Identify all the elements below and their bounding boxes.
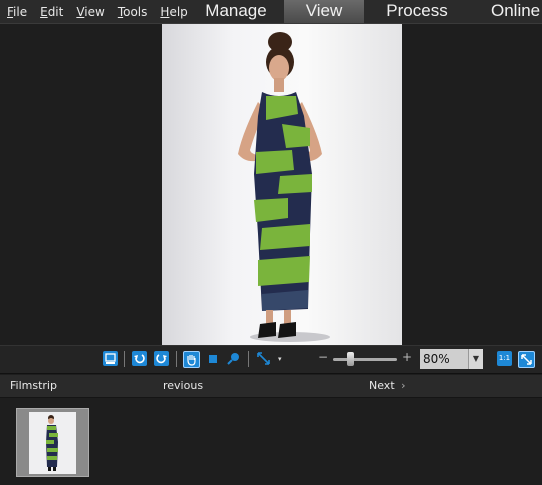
zoom-dropdown-button[interactable]: ▼ — [468, 349, 483, 369]
toolbar-separator — [176, 351, 177, 367]
menu-help[interactable]: Help — [160, 5, 187, 19]
filmstrip-label: Filmstrip — [10, 379, 57, 392]
menu-tools[interactable]: Tools — [118, 5, 148, 19]
zoom-slider[interactable] — [333, 358, 397, 361]
thumbnail-image — [29, 412, 76, 474]
chevron-down-icon[interactable]: ▾ — [278, 355, 282, 363]
select-tool-icon[interactable] — [205, 351, 220, 366]
zoom-in-button[interactable]: + — [402, 350, 412, 364]
tab-process[interactable]: Process — [366, 0, 468, 23]
menu-edit[interactable]: Edit — [40, 5, 63, 19]
tab-online[interactable]: Online — [476, 0, 542, 23]
zoom-out-button[interactable]: − — [318, 350, 328, 364]
fashion-photo — [162, 24, 402, 345]
chevron-right-icon: › — [401, 379, 406, 392]
filmstrip-panel — [0, 398, 542, 485]
filmstrip-view-icon[interactable] — [103, 351, 118, 366]
next-button[interactable]: Next › — [369, 375, 406, 397]
menu-bar: File Edit View Tools Help — [0, 0, 194, 23]
image-viewer[interactable] — [0, 24, 542, 345]
zoom-slider-thumb[interactable] — [347, 352, 354, 366]
view-toolbar: ▾ − + 80% ▼ 1:1 — [0, 345, 542, 374]
zoom-input[interactable]: 80% — [420, 349, 468, 369]
filmstrip-header: Filmstrip revious Next › — [0, 375, 542, 398]
title-bar: File Edit View Tools Help Manage View Pr… — [0, 0, 542, 24]
actual-size-button[interactable]: 1:1 — [497, 351, 512, 366]
menu-view[interactable]: View — [76, 5, 104, 19]
model-illustration — [238, 32, 330, 342]
thumbnail-selected[interactable] — [16, 408, 89, 477]
next-label: Next — [369, 379, 395, 392]
toolbar-separator — [124, 351, 125, 367]
full-screen-icon[interactable] — [256, 351, 271, 366]
tab-view[interactable]: View — [284, 0, 364, 23]
rotate-left-icon[interactable] — [132, 351, 147, 366]
hand-tool-icon[interactable] — [183, 351, 200, 368]
tab-manage[interactable]: Manage — [190, 0, 282, 23]
menu-file[interactable]: File — [7, 5, 27, 19]
zoom-tool-icon[interactable] — [226, 351, 241, 366]
fit-window-icon[interactable] — [518, 351, 535, 368]
toolbar-separator — [248, 351, 249, 367]
rotate-right-icon[interactable] — [154, 351, 169, 366]
previous-button[interactable]: revious — [163, 375, 203, 397]
